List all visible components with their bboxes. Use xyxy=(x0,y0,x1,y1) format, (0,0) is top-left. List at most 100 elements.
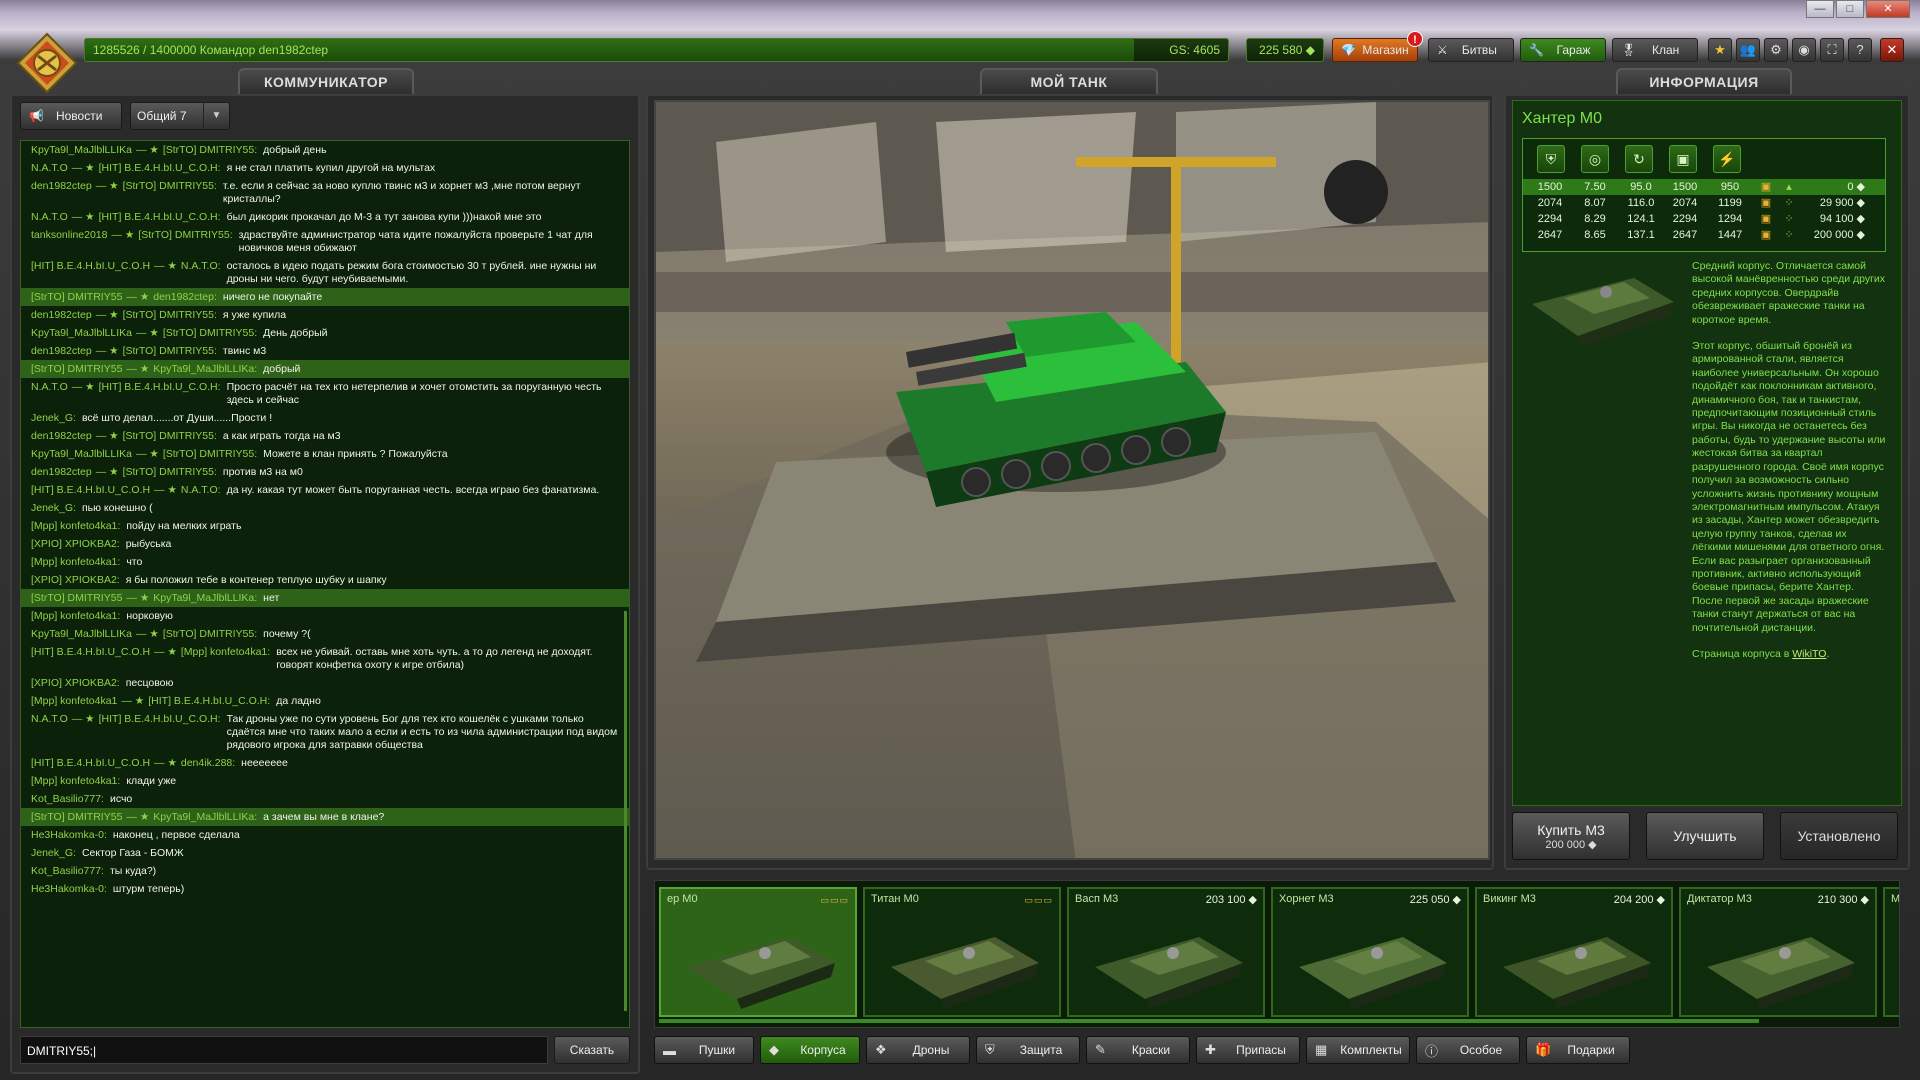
chat-sender[interactable]: N.A.T.O xyxy=(31,381,68,407)
say-button[interactable]: Сказать xyxy=(554,1036,630,1064)
chat-sender[interactable]: [StrTO] DMITRIY55 xyxy=(31,363,122,376)
chat-sender[interactable]: den1982ctep xyxy=(31,180,92,206)
chat-message[interactable]: den1982ctep — ★ [StrTO] DMITRIY55: твинс м… xyxy=(21,342,629,360)
chat-message[interactable]: [StrTO] DMITRIY55 — ★ KpyTa9l_MaJlblLLIKa… xyxy=(21,808,629,826)
chat-message[interactable]: [Mpp] konfeto4ka1: клади уже xyxy=(21,772,629,790)
chat-recipient[interactable]: [HIT] B.E.4.H.bI.U_C.O.H: xyxy=(99,211,221,224)
chat-sender[interactable]: KpyTa9l_MaJlblLLIKa xyxy=(31,327,132,340)
chat-recipient[interactable]: KpyTa9l_MaJlblLLIKa: xyxy=(153,811,257,824)
chat-message[interactable]: den1982ctep — ★ [StrTO] DMITRIY55: а как и… xyxy=(21,427,629,445)
chat-message[interactable]: den1982ctep — ★ [StrTO] DMITRIY55: против … xyxy=(21,463,629,481)
chat-message[interactable]: He3Hakomka-0: наконец , первое сделала xyxy=(21,826,629,844)
chat-sender[interactable]: [Mpp] konfeto4ka1: xyxy=(31,520,120,533)
exit-icon[interactable]: ✕ xyxy=(1880,38,1904,62)
chat-recipient[interactable]: [StrTO] DMITRIY55: xyxy=(163,628,257,641)
chat-message[interactable]: tanksonline2018 — ★ [StrTO] DMITRIY55: здр… xyxy=(21,226,629,257)
chat-sender[interactable]: [Mpp] konfeto4ka1: xyxy=(31,556,120,569)
chat-message[interactable]: He3Hakomka-0: штурм теперь) xyxy=(21,880,629,898)
chat-recipient[interactable]: N.A.T.O: xyxy=(181,484,221,497)
tab-information[interactable]: ИНФОРМАЦИЯ xyxy=(1616,68,1792,94)
chat-recipient[interactable]: [Mpp] konfeto4ka1: xyxy=(181,646,270,672)
category-tab-gift[interactable]: 🎁 Подарки xyxy=(1526,1036,1630,1064)
tab-my-tank[interactable]: МОЙ ТАНК xyxy=(980,68,1158,94)
battles-button[interactable]: ⚔ Битвы xyxy=(1428,38,1514,62)
settings-icon[interactable]: ⚙ xyxy=(1764,38,1788,62)
chat-message[interactable]: [StrTO] DMITRIY55 — ★ den1982ctep: ничего … xyxy=(21,288,629,306)
chat-recipient[interactable]: [StrTO] DMITRIY55: xyxy=(138,229,232,255)
chat-recipient[interactable]: [StrTO] DMITRIY55: xyxy=(123,309,217,322)
item-card[interactable]: ер М0 ▭▭▭ xyxy=(659,887,857,1017)
chat-sender[interactable]: Kot_Basilio777: xyxy=(31,793,104,806)
chat-input[interactable]: DMITRIY55;| xyxy=(20,1036,548,1064)
chat-sender[interactable]: [XPIO] XPIOKBA2: xyxy=(31,677,120,690)
chat-message[interactable]: KpyTa9l_MaJlblLLIKa — ★ [StrTO] DMITRIY55… xyxy=(21,625,629,643)
chat-log[interactable]: KpyTa9l_MaJlblLLIKa — ★ [StrTO] DMITRIY55… xyxy=(20,140,630,1028)
item-card[interactable]: Диктатор М3 210 300 ◆ xyxy=(1679,887,1877,1017)
chat-recipient[interactable]: [HIT] B.E.4.H.bI.U_C.O.H: xyxy=(99,381,221,407)
item-card[interactable]: Мамонт xyxy=(1883,887,1899,1017)
category-tab-kits[interactable]: ▦ Комплекты xyxy=(1306,1036,1410,1064)
chat-sender[interactable]: [Mpp] konfeto4ka1: xyxy=(31,775,120,788)
chat-message[interactable]: [HIT] B.E.4.H.bI.U_C.O.H — ★ N.A.T.O: оста… xyxy=(21,257,629,288)
chat-recipient[interactable]: [StrTO] DMITRIY55: xyxy=(123,180,217,206)
chat-recipient[interactable]: [StrTO] DMITRIY55: xyxy=(123,345,217,358)
chat-recipient[interactable]: KpyTa9l_MaJlblLLIKa: xyxy=(153,592,257,605)
chat-message[interactable]: [Mpp] konfeto4ka1: пойду на мелких играть xyxy=(21,517,629,535)
chat-recipient[interactable]: KpyTa9l_MaJlblLLIKa: xyxy=(153,363,257,376)
garage-scene[interactable] xyxy=(654,100,1490,860)
chat-sender[interactable]: den1982ctep xyxy=(31,309,92,322)
chat-sender[interactable]: N.A.T.O xyxy=(31,162,68,175)
chat-message[interactable]: Jenek_G: всё што делал.......от Души.....… xyxy=(21,409,629,427)
category-tab-gun[interactable]: ▬ Пушки xyxy=(654,1036,754,1064)
category-tab-special[interactable]: ⓘ Особое xyxy=(1416,1036,1520,1064)
item-card[interactable]: Викинг М3 204 200 ◆ xyxy=(1475,887,1673,1017)
friends-icon[interactable]: 👥 xyxy=(1736,38,1760,62)
chat-sender[interactable]: He3Hakomka-0: xyxy=(31,883,107,896)
item-card[interactable]: Титан М0 ▭▭▭ xyxy=(863,887,1061,1017)
upgrade-button[interactable]: Улучшить xyxy=(1646,812,1764,860)
chat-message[interactable]: den1982ctep — ★ [StrTO] DMITRIY55: т.е. ес… xyxy=(21,177,629,208)
chat-sender[interactable]: [StrTO] DMITRIY55 xyxy=(31,592,122,605)
chat-sender[interactable]: Jenek_G: xyxy=(31,502,76,515)
chat-recipient[interactable]: [StrTO] DMITRIY55: xyxy=(163,448,257,461)
help-icon[interactable]: ? xyxy=(1848,38,1872,62)
chat-message[interactable]: Kot_Basilio777: исчо xyxy=(21,790,629,808)
chat-sender[interactable]: N.A.T.O xyxy=(31,713,68,752)
chat-message[interactable]: N.A.T.O — ★ [HIT] B.E.4.H.bI.U_C.O.H: я не… xyxy=(21,159,629,177)
star-icon[interactable]: ★ xyxy=(1708,38,1732,62)
news-button[interactable]: 📢 Новости xyxy=(20,102,122,130)
installed-button[interactable]: Установлено xyxy=(1780,812,1898,860)
minimize-button[interactable]: — xyxy=(1806,0,1834,18)
chat-message[interactable]: [StrTO] DMITRIY55 — ★ KpyTa9l_MaJlblLLIKa… xyxy=(21,360,629,378)
chat-message[interactable]: [Mpp] konfeto4ka1: норковую xyxy=(21,607,629,625)
chat-sender[interactable]: [XPIO] XPIOKBA2: xyxy=(31,574,120,587)
chat-message[interactable]: [XPIO] XPIOKBA2: я бы положил тебе в конт… xyxy=(21,571,629,589)
chat-message[interactable]: [XPIO] XPIOKBA2: рыбуська xyxy=(21,535,629,553)
buy-button[interactable]: Купить М3 200 000 ◆ xyxy=(1512,812,1630,860)
fullscreen-icon[interactable]: ⛶ xyxy=(1820,38,1844,62)
chat-sender[interactable]: [HIT] B.E.4.H.bI.U_C.O.H xyxy=(31,757,150,770)
wiki-link[interactable]: WikiTO xyxy=(1792,648,1826,660)
strip-scrollbar[interactable] xyxy=(659,1019,1759,1023)
chat-sender[interactable]: KpyTa9l_MaJlblLLIKa xyxy=(31,144,132,157)
chat-message[interactable]: [HIT] B.E.4.H.bI.U_C.O.H — ★ [Mpp] konfet… xyxy=(21,643,629,674)
chat-sender[interactable]: KpyTa9l_MaJlblLLIKa xyxy=(31,628,132,641)
chat-message[interactable]: KpyTa9l_MaJlblLLIKa — ★ [StrTO] DMITRIY55… xyxy=(21,141,629,159)
chat-recipient[interactable]: [StrTO] DMITRIY55: xyxy=(163,327,257,340)
item-card[interactable]: Васп М3 203 100 ◆ xyxy=(1067,887,1265,1017)
chat-message[interactable]: [HIT] B.E.4.H.bI.U_C.O.H — ★ N.A.T.O: да н… xyxy=(21,481,629,499)
chat-sender[interactable]: [Mpp] konfeto4ka1 xyxy=(31,695,117,708)
chat-sender[interactable]: Jenek_G: xyxy=(31,847,76,860)
chat-recipient[interactable]: [StrTO] DMITRIY55: xyxy=(163,144,257,157)
chat-message[interactable]: [HIT] B.E.4.H.bI.U_C.O.H — ★ den4ik.288: н… xyxy=(21,754,629,772)
chat-sender[interactable]: N.A.T.O xyxy=(31,211,68,224)
chat-sender[interactable]: [HIT] B.E.4.H.bI.U_C.O.H xyxy=(31,260,150,286)
chat-sender[interactable]: [StrTO] DMITRIY55 xyxy=(31,811,122,824)
chat-message[interactable]: [XPIO] XPIOKBA2: песцовою xyxy=(21,674,629,692)
chat-message[interactable]: Jenek_G: пью конешно ( xyxy=(21,499,629,517)
channel-select[interactable]: Общий 7 ▼ xyxy=(130,102,230,130)
chat-sender[interactable]: Jenek_G: xyxy=(31,412,76,425)
chat-sender[interactable]: KpyTa9l_MaJlblLLIKa xyxy=(31,448,132,461)
chat-recipient[interactable]: N.A.T.O: xyxy=(181,260,221,286)
garage-button[interactable]: 🔧 Гараж xyxy=(1520,38,1606,62)
